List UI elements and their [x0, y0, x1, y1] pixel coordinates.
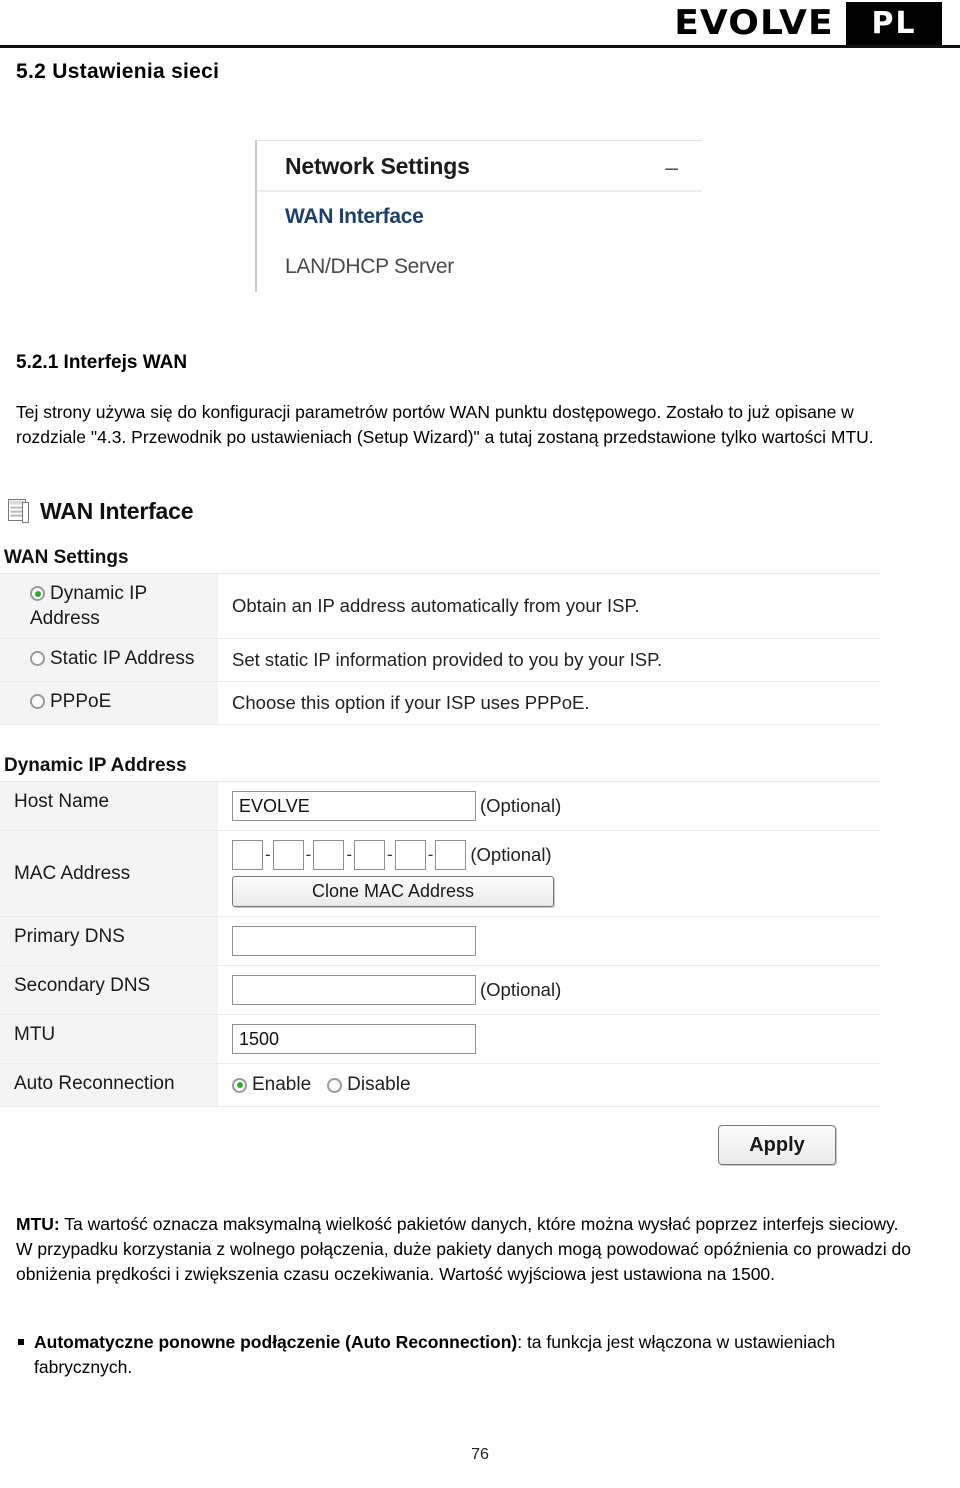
mac-octet-6[interactable]	[435, 840, 467, 870]
mac-separator: -	[387, 845, 393, 864]
mac-octet-5[interactable]	[394, 840, 426, 870]
wan-mode-dynamic-ip-cell[interactable]: Dynamic IP Address	[0, 574, 218, 638]
mac-address-hint: (Optional)	[470, 844, 552, 865]
table-row[interactable]: Static IP Address Set static IP informat…	[0, 639, 880, 682]
brand-logo: EVOLVE PL	[674, 1, 942, 45]
brand-wordmark: EVOLVE	[673, 3, 834, 43]
auto-reconnection-note-label: Automatyczne ponowne podłączenie (Auto R…	[34, 1332, 518, 1352]
table-row: Auto Reconnection Enable Disable	[0, 1064, 880, 1107]
mac-separator: -	[305, 845, 312, 864]
mac-separator: -	[346, 845, 353, 864]
radio-dynamic-ip[interactable]	[30, 586, 45, 601]
wan-mode-static-ip-cell[interactable]: Static IP Address	[0, 639, 218, 681]
page-header: EVOLVE PL	[0, 0, 960, 48]
dynamic-ip-group-label: Dynamic IP Address	[4, 755, 187, 776]
network-settings-screenshot: Network Settings – WAN Interface LAN/DHC…	[255, 140, 702, 292]
network-settings-title: Network Settings	[285, 153, 470, 179]
wan-mode-dynamic-ip-description: Obtain an IP address automatically from …	[232, 595, 640, 616]
dynamic-ip-table: Host Name (Optional) MAC Address - - - -	[0, 781, 880, 1107]
apply-button[interactable]: Apply	[718, 1125, 836, 1165]
wan-mode-pppoe-label: PPPoE	[50, 691, 112, 712]
wan-interface-screenshot: WAN Interface WAN Settings Dynamic IP Ad…	[0, 498, 900, 1165]
mac-address-inputs: - - - - - (Optional)	[232, 840, 552, 870]
table-row[interactable]: Dynamic IP Address Obtain an IP address …	[0, 574, 880, 639]
mac-address-label: MAC Address	[0, 831, 218, 916]
host-name-label: Host Name	[0, 782, 218, 830]
host-name-cell: (Optional)	[218, 782, 880, 830]
secondary-dns-input[interactable]	[232, 975, 476, 1005]
mac-octet-4[interactable]	[354, 840, 386, 870]
primary-dns-label: Primary DNS	[0, 917, 218, 965]
wan-mode-static-ip-label: Static IP Address	[50, 648, 195, 669]
mtu-note-label: MTU:	[16, 1214, 60, 1234]
wan-mode-pppoe-cell[interactable]: PPPoE	[0, 682, 218, 724]
page-number: 76	[471, 1446, 489, 1463]
mac-address-cell: - - - - - (Optional) Clone MAC Address	[218, 831, 880, 916]
auto-reconnection-enable-option[interactable]: Enable	[232, 1073, 311, 1097]
mtu-label: MTU	[0, 1015, 218, 1063]
subsection-title: 5.2.1 Interfejs WAN	[16, 352, 188, 373]
auto-reconnection-label: Auto Reconnection	[0, 1064, 218, 1106]
window-list-icon	[8, 498, 30, 525]
secondary-dns-label: Secondary DNS	[0, 966, 218, 1014]
auto-reconnection-cell: Enable Disable	[218, 1064, 880, 1106]
auto-reconnection-enable-label: Enable	[252, 1074, 312, 1095]
secondary-dns-cell: (Optional)	[218, 966, 880, 1014]
mtu-cell	[218, 1015, 880, 1063]
auto-reconnection-disable-option[interactable]: Disable	[327, 1073, 411, 1097]
mtu-input[interactable]	[232, 1024, 476, 1054]
host-name-hint: (Optional)	[480, 795, 562, 816]
language-badge: PL	[846, 1, 942, 45]
table-row: MAC Address - - - - - (Optional) Clone M…	[0, 831, 880, 917]
wan-mode-static-ip-description: Set static IP information provided to yo…	[232, 649, 663, 670]
table-row: Host Name (Optional)	[0, 782, 880, 831]
radio-pppoe[interactable]	[30, 694, 45, 709]
header-divider	[0, 45, 960, 48]
table-row: Secondary DNS (Optional)	[0, 966, 880, 1015]
mtu-note-text: Ta wartość oznacza maksymalną wielkość p…	[16, 1214, 911, 1284]
menu-item-lan-dhcp-server[interactable]: LAN/DHCP Server	[257, 242, 702, 292]
page-title: 5.2 Ustawienia sieci	[16, 60, 220, 83]
wan-mode-dynamic-ip-label: Dynamic IP Address	[30, 583, 147, 629]
wan-interface-title: WAN Interface	[40, 498, 194, 524]
radio-enable[interactable]	[232, 1077, 247, 1093]
wan-interface-header: WAN Interface	[0, 498, 900, 525]
mac-separator: -	[427, 845, 434, 864]
table-row: Primary DNS	[0, 917, 880, 966]
radio-static-ip[interactable]	[30, 651, 45, 666]
mac-separator: -	[265, 845, 271, 864]
minus-icon[interactable]: –	[665, 155, 684, 178]
mac-octet-3[interactable]	[313, 840, 345, 870]
host-name-input[interactable]	[232, 791, 476, 821]
table-row[interactable]: PPPoE Choose this option if your ISP use…	[0, 682, 880, 725]
wan-settings-group-label: WAN Settings	[4, 547, 129, 568]
wan-settings-table: Dynamic IP Address Obtain an IP address …	[0, 573, 880, 725]
network-settings-header: Network Settings –	[257, 141, 702, 192]
wan-mode-pppoe-description: Choose this option if your ISP uses PPPo…	[232, 692, 590, 713]
mtu-note: MTU: Ta wartość oznacza maksymalną wielk…	[16, 1212, 916, 1287]
subsection-paragraph: Tej strony używa się do konfiguracji par…	[16, 402, 874, 447]
auto-reconnection-disable-label: Disable	[347, 1074, 411, 1095]
auto-reconnection-note: Automatyczne ponowne podłączenie (Auto R…	[16, 1330, 916, 1380]
radio-disable[interactable]	[327, 1077, 343, 1093]
mac-octet-2[interactable]	[272, 840, 304, 870]
table-row: MTU	[0, 1015, 880, 1064]
secondary-dns-hint: (Optional)	[480, 979, 562, 1000]
clone-mac-address-button[interactable]: Clone MAC Address	[232, 876, 554, 907]
mac-octet-1[interactable]	[232, 840, 263, 870]
primary-dns-input[interactable]	[232, 926, 476, 956]
menu-item-wan-interface[interactable]: WAN Interface	[257, 192, 702, 242]
primary-dns-cell	[218, 917, 880, 965]
apply-bar: Apply	[0, 1107, 880, 1165]
